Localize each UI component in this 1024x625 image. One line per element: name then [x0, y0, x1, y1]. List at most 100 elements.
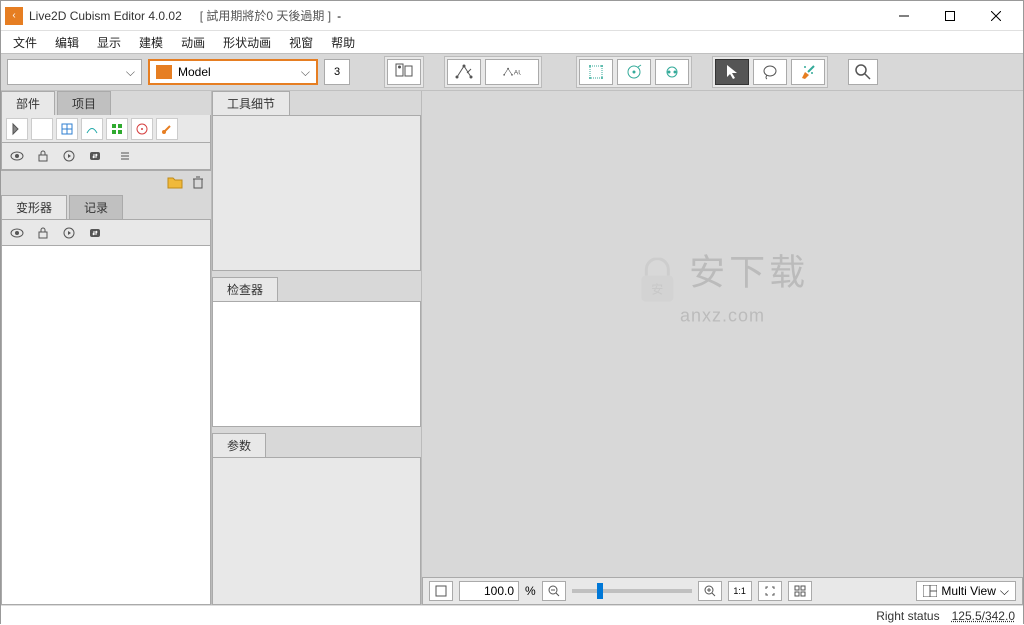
chevron-down-icon: ⌵	[1000, 584, 1009, 599]
svg-text:AUTO: AUTO	[514, 69, 521, 76]
filter-artmesh-button[interactable]	[56, 118, 78, 140]
trash-icon[interactable]	[191, 175, 205, 192]
menu-model[interactable]: 建模	[133, 32, 169, 53]
close-button[interactable]	[973, 1, 1019, 31]
swap-icon[interactable]	[84, 222, 106, 244]
app-title: Live2D Cubism Editor 4.0.02	[29, 9, 182, 23]
lock-icon[interactable]	[32, 145, 54, 167]
menu-icon[interactable]	[114, 145, 136, 167]
artboard-toggle-button[interactable]	[429, 581, 453, 601]
menu-view[interactable]: 显示	[91, 32, 127, 53]
statusbar: Right status 125.5/342.0	[1, 605, 1023, 625]
canvas-viewport[interactable]: 安 安下载 anxz.com	[422, 91, 1023, 577]
chevron-down-icon: ⌵	[126, 65, 135, 80]
ratio-button[interactable]: 1:1	[728, 581, 752, 601]
cursor-coords: 125.5/342.0	[952, 609, 1015, 623]
lock-icon[interactable]	[32, 222, 54, 244]
menu-help[interactable]: 帮助	[325, 32, 361, 53]
mode-label: Model	[178, 65, 211, 79]
svg-text:安: 安	[651, 282, 663, 297]
tool-group-texture	[384, 56, 424, 88]
tab-inspector[interactable]: 检查器	[212, 277, 278, 301]
watermark-en: anxz.com	[636, 306, 809, 327]
tool-group-deform	[576, 56, 692, 88]
swap-icon[interactable]	[84, 145, 106, 167]
brush-tool-button[interactable]	[791, 59, 825, 85]
parts-tabs: 部件 项目	[1, 91, 211, 115]
parts-filter-row	[1, 115, 211, 143]
mode-combo[interactable]: Model ⌵	[148, 59, 318, 85]
visibility-icon[interactable]	[6, 222, 28, 244]
maximize-button[interactable]	[927, 1, 973, 31]
filter-rotation-button[interactable]	[131, 118, 153, 140]
toolbar: ⌵ Model ⌵ 3 AUTO	[1, 53, 1023, 91]
zoom-in-button[interactable]	[698, 581, 722, 601]
window-controls	[881, 1, 1019, 31]
parts-action-row	[1, 143, 211, 169]
deformer-list[interactable]	[1, 245, 211, 605]
mesh-auto-button[interactable]: AUTO	[485, 59, 539, 85]
filter-curve-button[interactable]	[81, 118, 103, 140]
warp-deform-button[interactable]	[579, 59, 613, 85]
folder-icon[interactable]	[167, 175, 183, 192]
zoom-unit: %	[525, 584, 536, 598]
fit-button[interactable]	[758, 581, 782, 601]
magnify-tool-button[interactable]	[848, 59, 878, 85]
zoom-slider-thumb[interactable]	[597, 583, 603, 599]
tool-detail-body	[212, 115, 421, 271]
right-status-label: Right status	[876, 609, 939, 623]
rotation-deform-button[interactable]	[617, 59, 651, 85]
multi-view-label: Multi View	[941, 584, 995, 598]
menu-edit[interactable]: 编辑	[49, 32, 85, 53]
menubar: 文件 编辑 显示 建模 动画 形状动画 视窗 帮助	[1, 31, 1023, 53]
canvas-column: 安 安下载 anxz.com 100.0 % 1:1 Multi View ⌵	[421, 91, 1023, 605]
tab-parameter[interactable]: 参数	[212, 433, 266, 457]
main-layout: 部件 项目	[1, 91, 1023, 605]
glue-button[interactable]	[655, 59, 689, 85]
inspector-body	[212, 301, 421, 427]
filter-arrow-button[interactable]	[6, 118, 28, 140]
tab-project[interactable]: 项目	[57, 91, 111, 115]
mesh-edit-button[interactable]	[447, 59, 481, 85]
visibility-icon[interactable]	[6, 145, 28, 167]
lasso-tool-button[interactable]	[753, 59, 787, 85]
zoom-value-input[interactable]: 100.0	[459, 581, 519, 601]
play-icon[interactable]	[58, 145, 80, 167]
tool-detail-panel: 工具细节	[212, 91, 421, 271]
grid-button[interactable]	[788, 581, 812, 601]
number-box[interactable]: 3	[324, 59, 350, 85]
texture-atlas-button[interactable]	[387, 59, 421, 85]
tool-group-select	[712, 56, 828, 88]
menu-anim[interactable]: 动画	[175, 32, 211, 53]
app-icon: ‹	[5, 7, 23, 25]
filter-warp-button[interactable]	[106, 118, 128, 140]
workspace-combo[interactable]: ⌵	[7, 59, 142, 85]
menu-window[interactable]: 视窗	[283, 32, 319, 53]
middle-column: 工具细节 检查器 参数	[211, 91, 421, 605]
tab-tool-detail[interactable]: 工具细节	[212, 91, 290, 115]
play-icon[interactable]	[58, 222, 80, 244]
menu-file[interactable]: 文件	[7, 32, 43, 53]
arrow-tool-button[interactable]	[715, 59, 749, 85]
parameter-body	[212, 457, 421, 605]
multi-view-button[interactable]: Multi View ⌵	[916, 581, 1016, 601]
model-icon	[156, 65, 172, 79]
zoom-slider[interactable]	[572, 589, 692, 593]
inspector-panel: 检查器	[212, 277, 421, 427]
titlebar: ‹ Live2D Cubism Editor 4.0.02 [ 試用期將於0 天…	[1, 1, 1023, 31]
title-suffix: -	[337, 9, 341, 23]
deformer-tabs: 变形器 记录	[1, 195, 211, 219]
menu-shapeanim[interactable]: 形状动画	[217, 32, 277, 53]
watermark: 安 安下载 anxz.com	[636, 244, 809, 327]
tab-log[interactable]: 记录	[69, 195, 123, 219]
tool-group-mesh: AUTO	[444, 56, 542, 88]
zoom-out-button[interactable]	[542, 581, 566, 601]
filter-blank-button[interactable]	[31, 118, 53, 140]
deformer-panel: 变形器 记录	[1, 195, 211, 605]
tab-parts[interactable]: 部件	[1, 91, 55, 115]
minimize-button[interactable]	[881, 1, 927, 31]
deformer-action-row	[1, 219, 211, 245]
filter-glue-button[interactable]	[156, 118, 178, 140]
tab-deformer[interactable]: 变形器	[1, 195, 67, 219]
parts-panel: 部件 项目	[1, 91, 211, 195]
